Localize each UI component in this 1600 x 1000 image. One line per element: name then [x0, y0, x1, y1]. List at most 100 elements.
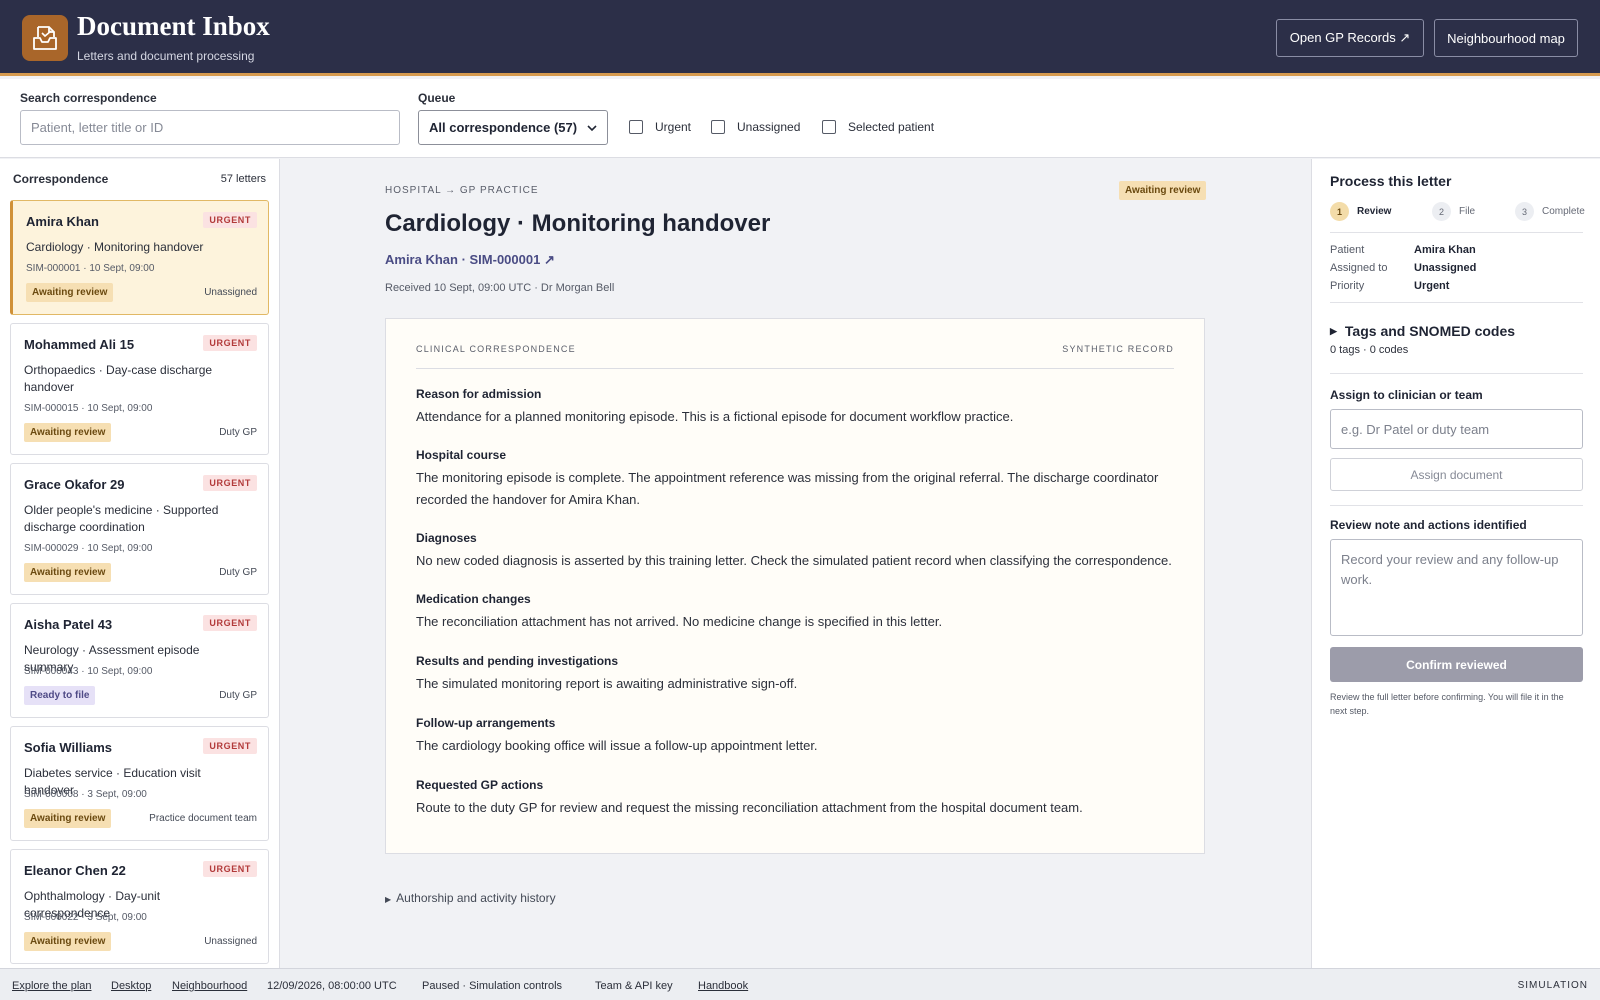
list-item[interactable]: Amira Khan URGENT Cardiology · Monitorin… [10, 200, 269, 315]
desktop-link[interactable]: Desktop [111, 980, 151, 992]
list-item[interactable]: Aisha Patel 43 URGENT Neurology · Assess… [10, 603, 269, 718]
section-body: The simulated monitoring report is await… [416, 676, 798, 691]
open-gp-records-button[interactable]: Open GP Records ↗ [1276, 19, 1424, 57]
section-body: The cardiology booking office will issue… [416, 738, 818, 753]
step-label: File [1459, 206, 1476, 217]
app-subtitle: Letters and document processing [77, 49, 255, 63]
letter-meta: SIM-000008 · 3 Sept, 09:00 [24, 789, 147, 800]
explore-plan-link[interactable]: Explore the plan [12, 980, 92, 992]
assign-label: Assign to clinician or team [1330, 388, 1483, 402]
document-title: Cardiology · Monitoring handover [385, 210, 771, 237]
tags-toggle[interactable]: ▶ Tags and SNOMED codes [1330, 323, 1515, 339]
neighbourhood-link[interactable]: Neighbourhood [172, 980, 247, 992]
confirm-reviewed-button[interactable]: Confirm reviewed [1330, 647, 1583, 682]
step-number: 3 [1515, 202, 1534, 221]
patient-name: Amira Khan [26, 214, 99, 229]
checkbox-box[interactable] [822, 120, 836, 134]
status-badge: Awaiting review [26, 283, 114, 302]
detail-value: Amira Khan [1414, 244, 1476, 256]
tags-heading: Tags and SNOMED codes [1344, 323, 1516, 339]
step-label: Review [1357, 206, 1392, 217]
letter-title: Orthopaedics · Day-case discharge handov… [24, 363, 213, 394]
detail-value: Urgent [1414, 280, 1450, 292]
filter-bar: Search correspondence Queue All correspo… [0, 79, 1600, 158]
neighbourhood-map-button[interactable]: Neighbourhood map [1434, 19, 1578, 57]
assignee: Duty GP [219, 567, 257, 578]
history-toggle[interactable]: ▶ Authorship and activity history [385, 891, 556, 905]
received-info: Received 10 Sept, 09:00 UTC · Dr Morgan … [385, 282, 615, 294]
section-heading: Medication changes [416, 592, 531, 606]
checkbox-label: Unassigned [737, 120, 801, 134]
letter-meta: SIM-000022 · 3 Sept, 09:00 [24, 912, 147, 923]
status-badge: Ready to file [24, 686, 96, 705]
step-label: Complete [1542, 206, 1585, 217]
section-body: The reconciliation attachment has not ar… [416, 614, 943, 629]
section-body: Attendance for a planned monitoring epis… [416, 409, 1014, 424]
urgent-badge: URGENT [203, 212, 257, 228]
assignee: Unassigned [204, 287, 257, 298]
urgent-checkbox[interactable]: Urgent [629, 120, 691, 134]
footer-bar: Explore the plan Desktop Neighbourhood 1… [0, 968, 1600, 1000]
review-note-textarea[interactable] [1330, 539, 1583, 636]
status-badge: Awaiting review [1119, 181, 1207, 200]
step-file: 2 File [1432, 202, 1475, 221]
assignee: Duty GP [219, 690, 257, 701]
selected-patient-checkbox[interactable]: Selected patient [822, 120, 934, 134]
assignee: Unassigned [204, 936, 257, 947]
checkbox-box[interactable] [629, 120, 643, 134]
list-item[interactable]: Eleanor Chen 22 URGENT Ophthalmology · D… [10, 849, 269, 964]
detail-key: Assigned to [1330, 262, 1388, 274]
handbook-link[interactable]: Handbook [698, 980, 748, 992]
patient-name: Grace Okafor 29 [24, 477, 125, 492]
inbox-logo-icon [22, 15, 68, 61]
patient-name: Mohammed Ali 15 [24, 337, 135, 352]
list-item[interactable]: Sofia Williams URGENT Diabetes service ·… [10, 726, 269, 841]
letter-body: CLINICAL CORRESPONDENCE SYNTHETIC RECORD… [385, 318, 1205, 854]
status-badge: Awaiting review [24, 932, 112, 951]
triangle-right-icon: ▶ [1330, 325, 1337, 336]
letter-title: Older people's medicine · Supported disc… [24, 503, 219, 534]
detail-key: Priority [1330, 280, 1365, 292]
urgent-badge: URGENT [203, 861, 257, 877]
team-api-key[interactable]: Team & API key [595, 980, 673, 992]
sim-clock: 12/09/2026, 08:00:00 UTC [267, 980, 397, 992]
section-heading: Results and pending investigations [416, 654, 619, 668]
patient-name: Sofia Williams [24, 740, 113, 755]
section-heading: Reason for admission [416, 387, 542, 401]
queue-select[interactable]: All correspondence (57) [418, 110, 608, 145]
section-heading: Follow-up arrangements [416, 716, 556, 730]
section-body: Route to the duty GP for review and requ… [416, 800, 1083, 815]
divider [1330, 232, 1583, 233]
document-viewer: HOSPITAL → GP PRACTICE Awaiting review C… [281, 159, 1311, 968]
mode-label: SIMULATION [1517, 980, 1588, 991]
history-label: Authorship and activity history [396, 891, 556, 905]
list-heading: Correspondence [13, 172, 109, 186]
divider [1330, 373, 1583, 374]
letter-meta: SIM-000043 · 10 Sept, 09:00 [24, 666, 153, 677]
detail-value: Unassigned [1414, 262, 1477, 274]
route-label: HOSPITAL → GP PRACTICE [385, 185, 539, 196]
urgent-badge: URGENT [203, 335, 257, 351]
assign-input[interactable] [1330, 409, 1583, 449]
section-heading: Requested GP actions [416, 778, 544, 792]
list-count: 57 letters [220, 173, 266, 185]
section-heading: Diagnoses [416, 531, 477, 545]
correspondence-list: Correspondence 57 letters Amira Khan URG… [0, 159, 280, 968]
list-item[interactable]: Grace Okafor 29 URGENT Older people's me… [10, 463, 269, 595]
status-badge: Awaiting review [24, 809, 112, 828]
list-item[interactable]: Mohammed Ali 15 URGENT Orthopaedics · Da… [10, 323, 269, 455]
unassigned-checkbox[interactable]: Unassigned [711, 120, 800, 134]
patient-record-link[interactable]: Amira Khan · SIM-000001 ↗ [385, 252, 555, 268]
checkbox-label: Selected patient [848, 120, 935, 134]
assign-document-button[interactable]: Assign document [1330, 458, 1583, 491]
app-title: Document Inbox [77, 11, 270, 41]
search-label: Search correspondence [20, 91, 157, 105]
letter-meta: SIM-000015 · 10 Sept, 09:00 [24, 403, 153, 414]
note-label: Review note and actions identified [1330, 518, 1527, 532]
step-review: 1 Review [1330, 202, 1391, 221]
search-input[interactable] [20, 110, 400, 145]
simulation-controls[interactable]: Paused · Simulation controls [422, 980, 562, 992]
process-panel: Process this letter 1 Review 2 File 3 Co… [1311, 159, 1600, 968]
checkbox-box[interactable] [711, 120, 725, 134]
urgent-badge: URGENT [203, 615, 257, 631]
